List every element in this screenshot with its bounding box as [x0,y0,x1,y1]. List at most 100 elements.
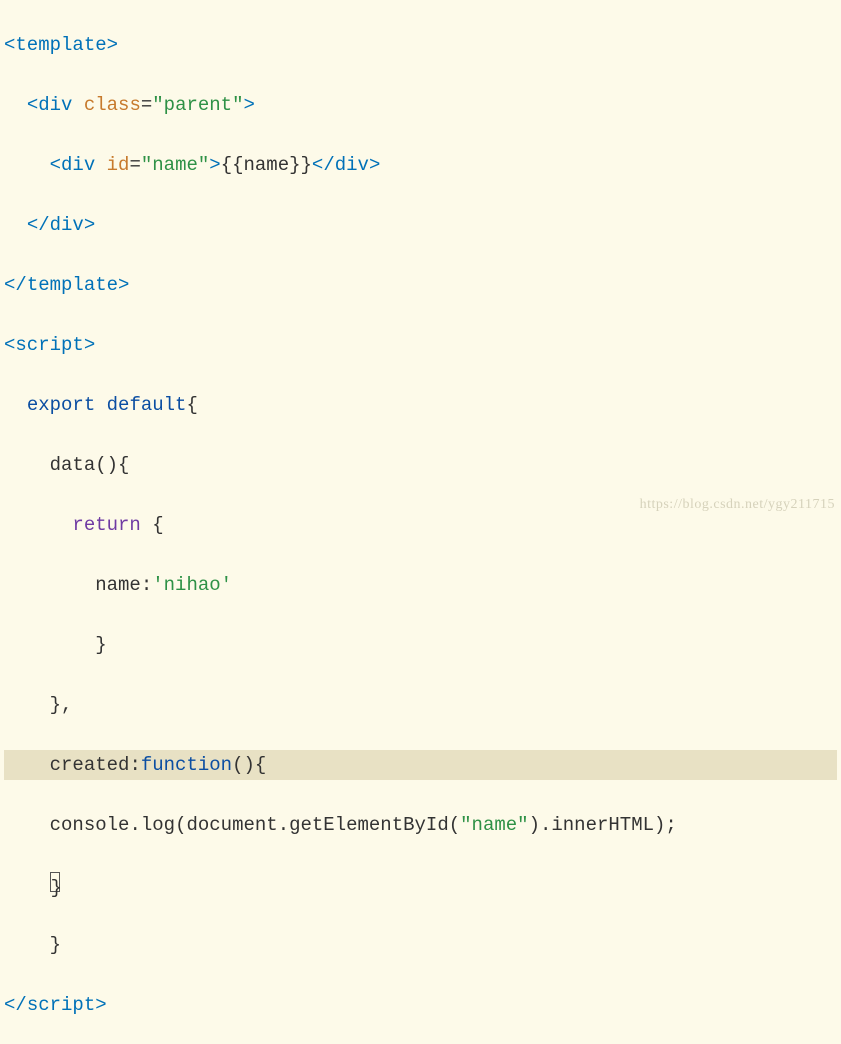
tag-template: template [27,274,118,296]
comma: , [61,694,72,716]
brace: } [50,694,61,716]
indent [4,394,27,416]
tag-div: div [38,94,72,116]
indent [4,754,50,776]
code-line: <div id="name">{{name}}</div> [4,150,837,180]
indent [4,94,27,116]
method-log: log [141,814,175,836]
code-block: <template> <div class="parent"> <div id=… [0,0,841,1044]
code-line: </script> [4,990,837,1020]
angle: > [369,154,380,176]
quote: " [232,94,243,116]
paren-open: ( [449,814,460,836]
semicolon: ; [665,814,676,836]
quote: " [141,154,152,176]
quote: ' [152,574,163,596]
quote: " [198,154,209,176]
code-line: <script> [4,330,837,360]
angle: < [27,94,38,116]
angle: > [84,334,95,356]
angle: > [118,274,129,296]
indent [4,694,50,716]
brace: { [186,394,197,416]
string-value: nihao [164,574,221,596]
watermark: https://blog.csdn.net/ygy211715 [640,490,835,520]
tag-script: script [15,334,83,356]
code-line-highlighted: created:function(){ [4,750,837,780]
tag-div: div [335,154,369,176]
colon: : [141,574,152,596]
attr-class: class [84,94,141,116]
code-line: } [4,930,837,960]
code-line: </template> [4,270,837,300]
indent [4,574,95,596]
brace: { [255,754,266,776]
method-data: data [50,454,96,476]
code-line: export default{ [4,390,837,420]
space [95,394,106,416]
prop-created: created [50,754,130,776]
brace: { [118,454,129,476]
obj-console: console [50,814,130,836]
indent [4,214,27,236]
tag-div: div [61,154,95,176]
code-line: }, [4,690,837,720]
tag-template: template [15,34,106,56]
code-line: } [4,630,837,660]
brace: } [95,634,106,656]
dot: . [278,814,289,836]
angle: > [244,94,255,116]
obj-document: document [186,814,277,836]
equals: = [141,94,152,116]
indent [4,814,50,836]
space [141,514,152,536]
kw-export: export [27,394,95,416]
dot: . [540,814,551,836]
brace: } [50,934,61,956]
attr-value: name [152,154,198,176]
indent [4,154,50,176]
indent [4,874,50,896]
kw-default: default [107,394,187,416]
prop-innerhtml: innerHTML [551,814,654,836]
attr-id: id [107,154,130,176]
angle: </ [4,994,27,1016]
indent [4,634,95,656]
indent [4,514,72,536]
code-line: <template> [4,30,837,60]
paren-close: ) [654,814,665,836]
code-line: </div> [4,210,837,240]
code-line: data(){ [4,450,837,480]
space [95,154,106,176]
indent [4,454,50,476]
cursor-brace[interactable]: } [50,872,60,892]
mustache-close: }} [289,154,312,176]
code-line: name:'nihao' [4,570,837,600]
quote: " [517,814,528,836]
angle: > [209,154,220,176]
angle: < [4,34,15,56]
parens: () [232,754,255,776]
code-line: } [4,870,837,900]
method-getelementbyid: getElementById [289,814,449,836]
angle: < [50,154,61,176]
brace: { [152,514,163,536]
indent [4,934,50,956]
parens: () [95,454,118,476]
kw-function: function [141,754,232,776]
prop-name: name [95,574,141,596]
angle: > [84,214,95,236]
kw-return: return [72,514,140,536]
code-line: <div class="parent"> [4,90,837,120]
dot: . [129,814,140,836]
paren-close: ) [529,814,540,836]
angle: > [95,994,106,1016]
angle: </ [27,214,50,236]
tag-div: div [50,214,84,236]
quote: ' [221,574,232,596]
string-value: name [472,814,518,836]
angle: > [107,34,118,56]
code-line: console.log(document.getElementById("nam… [4,810,837,840]
mustache-open: {{ [221,154,244,176]
quote: " [460,814,471,836]
